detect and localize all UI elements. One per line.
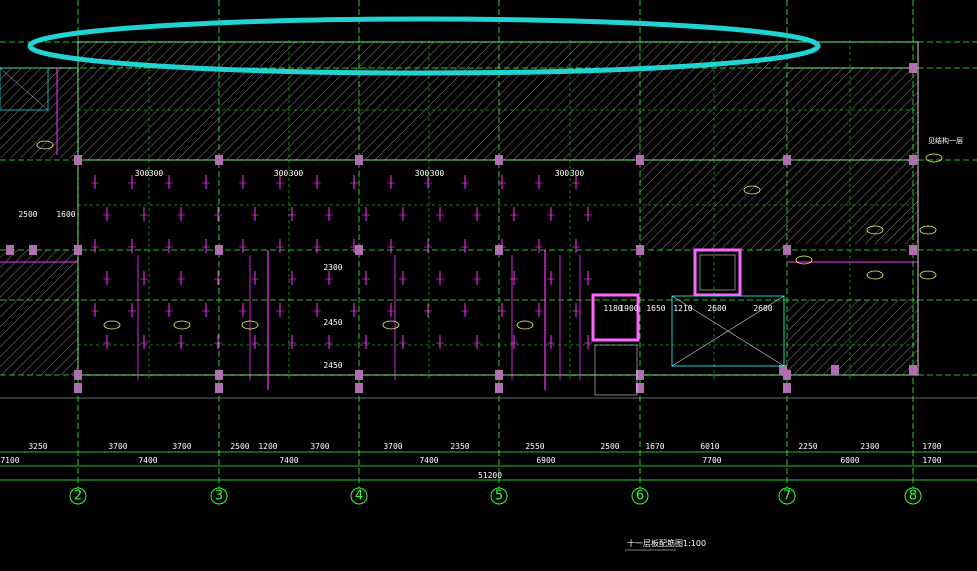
slab-tag bbox=[103, 320, 121, 330]
slab-tag bbox=[866, 270, 884, 280]
total-dimension: 51200 bbox=[478, 471, 502, 480]
drawing-title: 十一层板配筋图 bbox=[627, 538, 683, 548]
interior-dimension-text: 300 bbox=[274, 169, 289, 178]
interior-dimension-text: 2600 bbox=[753, 304, 772, 313]
axis-bubble-6: 6 bbox=[631, 487, 649, 505]
dimension-row-1: 3250 3700 3700 2500 1200 3700 3700 2350 2550 2500… bbox=[28, 442, 941, 451]
slab-tag bbox=[919, 225, 937, 235]
dimension-text: 7400 bbox=[138, 456, 157, 465]
axis-label: 7 bbox=[783, 489, 791, 504]
dimension-text: 2500 bbox=[230, 442, 249, 451]
axis-label: 3 bbox=[215, 489, 223, 504]
interior-dimension-text: 300 bbox=[415, 169, 430, 178]
dimension-row-2: 7100 7400 7400 7400 6900 7700 6000 1700 bbox=[0, 456, 941, 465]
dimension-text: 1700 bbox=[922, 456, 941, 465]
interior-dimension-text: 300 bbox=[430, 169, 445, 178]
interior-dimension-text: 300 bbox=[135, 169, 150, 178]
interior-dimension-text: 2450 bbox=[323, 361, 342, 370]
dimension-text: 7700 bbox=[702, 456, 721, 465]
axis-label: 4 bbox=[355, 489, 363, 504]
interior-dimension-text: 2300 bbox=[323, 263, 342, 272]
dimension-text: 2350 bbox=[450, 442, 469, 451]
dimension-text: 3700 bbox=[383, 442, 402, 451]
annotation-note: 见结构一层 bbox=[928, 136, 963, 145]
dimension-text: 2250 bbox=[798, 442, 817, 451]
axis-bubble-8: 8 bbox=[904, 487, 922, 505]
interior-dimension-text: 300 bbox=[555, 169, 570, 178]
dimension-text: 6000 bbox=[840, 456, 859, 465]
dimension-text: 3250 bbox=[28, 442, 47, 451]
dimension-text: 7100 bbox=[0, 456, 19, 465]
slab-tag bbox=[925, 153, 943, 163]
axis-bubble-5: 5 bbox=[490, 487, 508, 505]
slab-tag bbox=[173, 320, 191, 330]
interior-dimension-text: 2600 bbox=[707, 304, 726, 313]
dimension-lines bbox=[0, 397, 977, 481]
axis-label: 8 bbox=[909, 489, 917, 504]
dimension-text: 2550 bbox=[525, 442, 544, 451]
dimension-text: 3700 bbox=[108, 442, 127, 451]
cad-drawing-viewport[interactable]: 2 3 4 5 6 7 8 3250 3700 3700 2500 1200 3700 3700 2350… bbox=[0, 0, 977, 571]
slab-tag bbox=[382, 320, 400, 330]
interior-dimension-text: 2450 bbox=[323, 318, 342, 327]
interior-dimension-text: 1650 bbox=[646, 304, 665, 313]
dimension-text: 7400 bbox=[279, 456, 298, 465]
axis-bubble-2: 2 bbox=[69, 487, 87, 505]
axis-bubble-7: 7 bbox=[778, 487, 796, 505]
slab-tag bbox=[516, 320, 534, 330]
dimension-text: 1700 bbox=[922, 442, 941, 451]
interior-dimension-text: 300 bbox=[570, 169, 585, 178]
dimension-text: 7400 bbox=[419, 456, 438, 465]
axis-bubbles: 2 3 4 5 6 7 8 bbox=[69, 487, 922, 505]
slab-tag bbox=[919, 270, 937, 280]
slab-tag bbox=[795, 255, 813, 265]
dimension-text: 3700 bbox=[172, 442, 191, 451]
dimension-text: 3700 bbox=[310, 442, 329, 451]
interior-dimension-text: 1210 bbox=[673, 304, 692, 313]
dimension-text: 1670 bbox=[645, 442, 664, 451]
interior-dimension-text: 300 bbox=[289, 169, 304, 178]
interior-dimension-text: 1900 bbox=[619, 304, 638, 313]
drawing-scale: 1:100 bbox=[683, 539, 706, 548]
axis-label: 5 bbox=[495, 489, 503, 504]
interior-dimension-text: 300 bbox=[149, 169, 164, 178]
dimension-text: 6900 bbox=[536, 456, 555, 465]
axis-label: 6 bbox=[636, 489, 644, 504]
axis-bubble-3: 3 bbox=[210, 487, 228, 505]
dimension-text: 2300 bbox=[860, 442, 879, 451]
interior-dimension-text: 2500 bbox=[18, 210, 37, 219]
floor-slab-reinforcement-plan: 2 3 4 5 6 7 8 3250 3700 3700 2500 1200 3700 3700 2350… bbox=[0, 0, 977, 551]
axis-bubble-4: 4 bbox=[350, 487, 368, 505]
dimension-text: 2500 bbox=[600, 442, 619, 451]
interior-dimension-text: 1600 bbox=[56, 210, 75, 219]
dimension-text: 1200 bbox=[258, 442, 277, 451]
dimension-text: 6010 bbox=[700, 442, 719, 451]
axis-label: 2 bbox=[74, 489, 82, 504]
